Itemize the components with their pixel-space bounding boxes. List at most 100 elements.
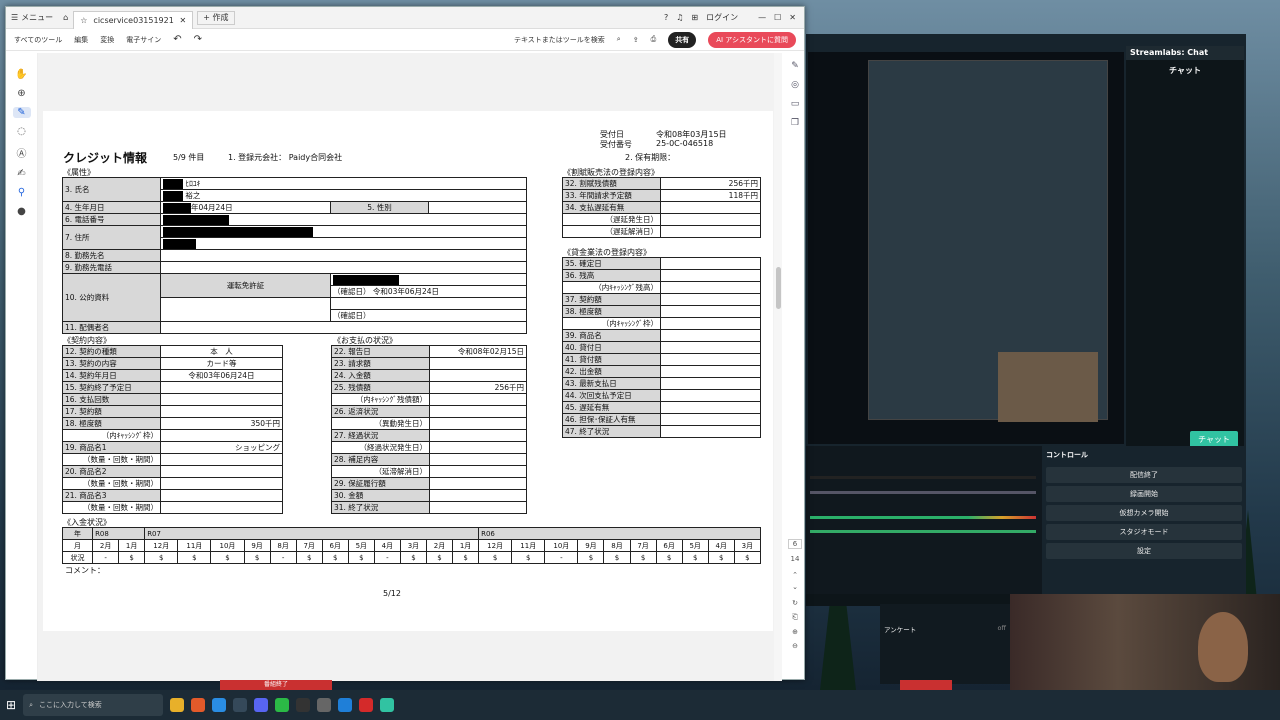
row-value	[660, 413, 761, 426]
ai-assistant-button[interactable]: AI アシスタントに質問	[708, 31, 796, 48]
month-cell: 2月	[425, 539, 454, 552]
upload-icon[interactable]: ⇪	[633, 36, 639, 44]
stamp-icon[interactable]: ✍	[17, 168, 25, 179]
app-icon-streamlabs[interactable]	[380, 698, 395, 712]
row-value	[429, 465, 527, 478]
virtual-camera-button[interactable]: 仮想カメラ開始	[1046, 505, 1242, 521]
payment-table: 22. 報告日 令和08年02月15日 23. 請求額 24. 入金額 25. 残債額 2…	[331, 345, 527, 514]
apps-icon[interactable]: ⊞	[691, 13, 698, 22]
star-icon[interactable]: ☆	[80, 16, 87, 25]
pages-icon[interactable]: ❐	[791, 118, 799, 128]
poll-off[interactable]: off	[998, 624, 1006, 634]
login-button[interactable]: ログイン	[706, 12, 738, 23]
app-icon-chrome[interactable]	[170, 698, 185, 712]
app-icon-discord[interactable]	[254, 698, 269, 712]
row-label: 36. 残高	[562, 269, 661, 282]
redo-icon[interactable]: ↷	[194, 34, 202, 45]
zoom-out-icon[interactable]: ⊖	[788, 642, 802, 650]
tool-search[interactable]: テキストまたはツールを検索	[514, 35, 605, 45]
current-page[interactable]: 6	[788, 539, 802, 549]
month-cell: 9月	[577, 539, 605, 552]
bookmark-icon[interactable]: ▭	[791, 99, 800, 109]
status-cell: -	[373, 551, 401, 564]
stream-notification[interactable]: 番組終了	[220, 680, 332, 690]
month-cell: 8月	[603, 539, 631, 552]
month-cell: 5月	[681, 539, 709, 552]
text-icon[interactable]: Ⓐ	[17, 145, 27, 160]
status-cell: $	[511, 551, 546, 564]
table-row: （内ｷｬｯｼﾝｸﾞ残債額）	[331, 393, 527, 406]
lasso-icon[interactable]: ◌	[17, 126, 26, 137]
studio-mode-button[interactable]: スタジオモード	[1046, 524, 1242, 540]
edit-menu[interactable]: 編集	[74, 35, 88, 45]
app-icon-edge[interactable]	[212, 698, 227, 712]
vertical-scrollbar[interactable]	[774, 53, 782, 681]
help-icon[interactable]: ?	[664, 13, 668, 22]
rotate-icon[interactable]: ↻	[788, 599, 802, 607]
table-row: 26. 返済状況	[331, 405, 527, 418]
app-icon-vscode[interactable]	[338, 698, 353, 712]
esign-menu[interactable]: 電子サイン	[126, 35, 161, 45]
page-up-icon[interactable]: ⌃	[788, 571, 802, 579]
home-icon[interactable]: ⌂	[58, 13, 73, 22]
phone-label: 6. 電話番号	[62, 213, 161, 226]
minimize-icon[interactable]: —	[758, 13, 766, 22]
zoom-in-icon[interactable]: ⊕	[788, 628, 802, 636]
status-cell: $	[655, 551, 683, 564]
pin-icon[interactable]: ⚲	[18, 187, 25, 198]
search-icon[interactable]: ⌕	[617, 35, 621, 44]
maximize-icon[interactable]: ☐	[774, 13, 781, 22]
row-label: 21. 商品名3	[62, 489, 161, 502]
left-toolbar: ✋ ⊕ ✎ ◌ Ⓐ ✍ ⚲ ●	[6, 53, 38, 681]
address-label: 7. 住所	[62, 225, 161, 250]
app-icon-acrobat[interactable]	[359, 698, 374, 712]
hand-icon[interactable]: ✋	[15, 69, 27, 80]
row-label: 29. 保証履行額	[331, 477, 430, 490]
comment-icon[interactable]: ✎	[791, 61, 799, 71]
row-value	[660, 201, 761, 214]
zoom-icon[interactable]: ⊕	[17, 88, 25, 99]
row-label: 17. 契約額	[62, 405, 161, 418]
table-row: 16. 支払回数	[62, 393, 283, 406]
share-button[interactable]: 共有	[668, 31, 697, 48]
app-icon-line[interactable]	[275, 698, 290, 712]
table-row: 30. 金額	[331, 489, 527, 502]
new-tab-button[interactable]: + 作成	[197, 10, 235, 25]
month-cell: 11月	[511, 539, 546, 552]
close-window-icon[interactable]: ✕	[789, 13, 796, 22]
document-tab[interactable]: ☆ cicservice031519210... ✕	[73, 10, 194, 29]
windows-start-icon[interactable]: ⊞	[6, 698, 16, 712]
status-cell: -	[544, 551, 579, 564]
settings-button[interactable]: 設定	[1046, 543, 1242, 559]
undo-icon[interactable]: ↶	[173, 34, 181, 45]
menu-button[interactable]: ☰ メニュー	[6, 12, 58, 23]
document-viewport[interactable]: クレジット情報 5/9 件目 1. 登録元会社： Paidy合同会社 受付日 令…	[38, 53, 774, 681]
notification-bar[interactable]	[900, 680, 952, 690]
all-tools-menu[interactable]: すべてのツール	[14, 35, 62, 45]
row-value	[429, 489, 527, 502]
row-value	[160, 429, 283, 442]
color-dot-icon[interactable]: ●	[17, 206, 26, 217]
stream-preview[interactable]	[808, 52, 1124, 444]
app-icon-obs[interactable]	[296, 698, 311, 712]
table-row: 47. 終了状況	[562, 425, 761, 438]
share-icon[interactable]: ◎	[791, 80, 799, 90]
convert-menu[interactable]: 変換	[100, 35, 114, 45]
contract-table: 12. 契約の種類本 人 13. 契約の内容 カード等 14. 契約年月日 令和03年0…	[62, 345, 283, 514]
app-icon-steam[interactable]	[233, 698, 248, 712]
start-recording-button[interactable]: 録画開始	[1046, 486, 1242, 502]
close-tab-icon[interactable]: ✕	[180, 16, 187, 25]
stop-stream-button[interactable]: 配信終了	[1046, 467, 1242, 483]
pen-icon[interactable]: ✎	[12, 107, 31, 118]
sex-label: 5. 性別	[330, 201, 429, 214]
row-value	[160, 501, 283, 514]
app-icon-brave[interactable]	[191, 698, 206, 712]
print-icon[interactable]: ⎙	[651, 35, 657, 44]
page-icon[interactable]: ⎗	[788, 613, 802, 622]
page-down-icon[interactable]: ⌄	[788, 583, 802, 591]
table-row: 46. 担保･保証人有無	[562, 413, 761, 426]
app-icon-github[interactable]	[317, 698, 332, 712]
taskbar-search[interactable]: ⌕ ここに入力して検索	[23, 694, 164, 716]
month-cell: 4月	[707, 539, 735, 552]
bell-icon[interactable]: ♫	[676, 13, 683, 22]
